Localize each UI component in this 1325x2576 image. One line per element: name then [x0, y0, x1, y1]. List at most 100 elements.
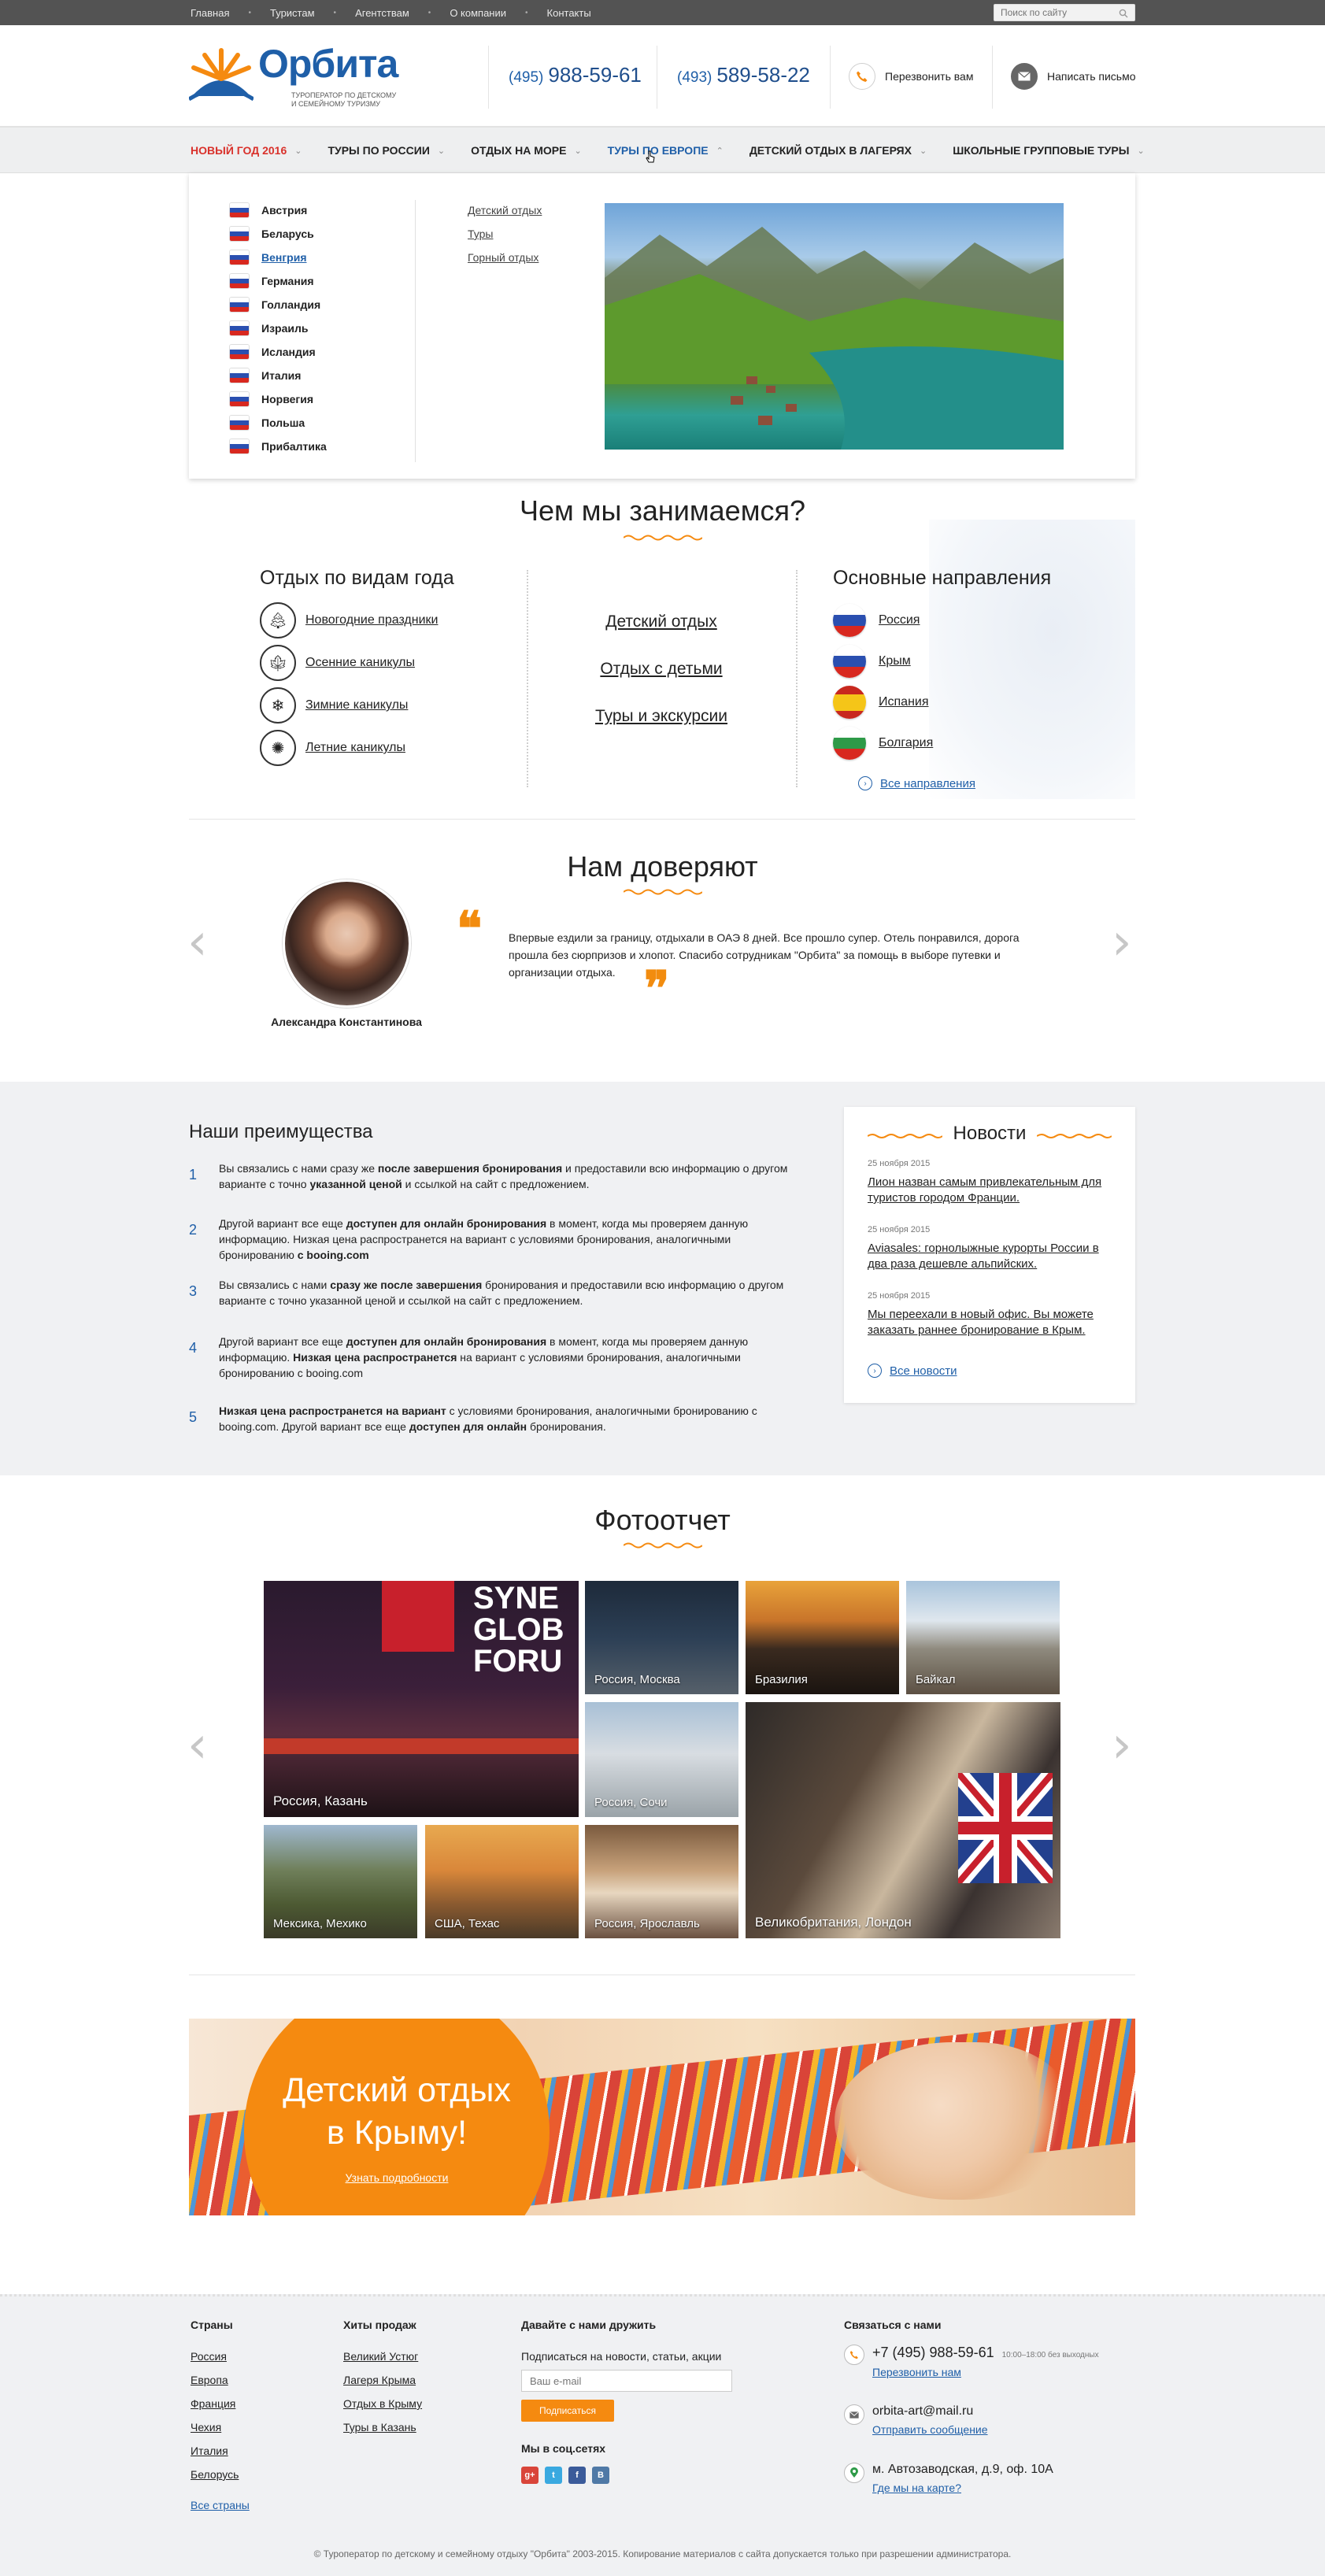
- wave-divider: [624, 889, 702, 895]
- direction-russia[interactable]: Россия: [833, 604, 920, 637]
- direction-crimea[interactable]: Крым: [833, 645, 911, 678]
- season-new-year[interactable]: 🌲︎ Новогодние праздники: [260, 602, 438, 638]
- country-item[interactable]: Италия: [230, 364, 327, 387]
- footer-map-link[interactable]: Где мы на карте?: [872, 2482, 1053, 2494]
- seasons-title: Отдых по видам года: [260, 567, 454, 589]
- next-arrow-icon[interactable]: ›: [1112, 913, 1132, 972]
- season-winter[interactable]: ❄ Зимние каникулы: [260, 687, 408, 724]
- link-kids-rest[interactable]: Детский отдых: [527, 613, 795, 631]
- footer-country-link[interactable]: Белорусь: [191, 2468, 239, 2481]
- country-item[interactable]: Венгрия: [230, 246, 327, 269]
- photo-baikal[interactable]: Байкал: [906, 1581, 1060, 1694]
- phone-icon: [844, 2345, 864, 2365]
- sublink-kids[interactable]: Детский отдых: [468, 198, 542, 222]
- subscribe-button[interactable]: Подписаться: [521, 2400, 614, 2422]
- write-letter-button[interactable]: Написать письмо: [1011, 63, 1135, 90]
- next-arrow-icon[interactable]: ›: [1112, 1716, 1132, 1775]
- all-countries-link[interactable]: Все страны: [191, 2499, 250, 2511]
- phone-1[interactable]: (495) 988-59-61: [509, 63, 642, 87]
- photo-yaroslavl[interactable]: Россия, Ярославль: [585, 1825, 738, 1938]
- footer-country-link[interactable]: Италия: [191, 2445, 228, 2457]
- prev-arrow-icon[interactable]: ‹: [187, 1716, 208, 1775]
- email-field[interactable]: [521, 2370, 732, 2392]
- footer-send-message-link[interactable]: Отправить сообщение: [872, 2423, 988, 2436]
- link-tours-excursions[interactable]: Туры и экскурсии: [527, 707, 795, 726]
- photo-mexico[interactable]: Мексика, Мехико: [264, 1825, 417, 1938]
- all-directions-link[interactable]: › Все направления: [858, 776, 975, 790]
- top-nav-about[interactable]: О компании: [450, 7, 506, 19]
- country-item[interactable]: Австрия: [230, 198, 327, 222]
- footer-hit-link[interactable]: Великий Устюг: [343, 2350, 418, 2363]
- search-input[interactable]: [994, 5, 1112, 20]
- footer-hit-link[interactable]: Туры в Казань: [343, 2421, 416, 2434]
- nav-russia-tours[interactable]: ТУРЫ ПО РОССИИ ⌄: [328, 144, 445, 157]
- twitter-icon[interactable]: t: [545, 2467, 562, 2484]
- country-item[interactable]: Израиль: [230, 316, 327, 340]
- photo-moscow[interactable]: Россия, Москва: [585, 1581, 738, 1694]
- footer-callback-link[interactable]: Перезвонить нам: [872, 2366, 1099, 2378]
- cursor-icon: [646, 150, 655, 163]
- phone-2-number: 589-58-22: [716, 63, 810, 87]
- country-item[interactable]: Беларусь: [230, 222, 327, 246]
- nav-camps[interactable]: ДЕТСКИЙ ОТДЫХ В ЛАГЕРЯХ ⌄: [749, 144, 927, 157]
- nav-camps-label: ДЕТСКИЙ ОТДЫХ В ЛАГЕРЯХ: [749, 144, 912, 157]
- country-label: Германия: [261, 275, 314, 287]
- country-item[interactable]: Польша: [230, 411, 327, 435]
- logo[interactable]: Орбита ТУРОПЕРАТОР ПО ДЕТСКОМУ И СЕМЕЙНО…: [189, 41, 398, 112]
- season-summer[interactable]: ✺ Летние каникулы: [260, 730, 405, 766]
- callback-button[interactable]: Перезвонить вам: [849, 63, 973, 90]
- news-item[interactable]: Aviasales: горнолыжные курорты России в …: [868, 1241, 1120, 1272]
- direction-bulgaria[interactable]: Болгария: [833, 727, 933, 760]
- nav-new-year[interactable]: НОВЫЙ ГОД 2016 ⌄: [191, 144, 302, 157]
- season-autumn[interactable]: 🍁︎ Осенние каникулы: [260, 645, 415, 681]
- chevron-down-icon: ⌄: [574, 146, 582, 156]
- footer-phone-number[interactable]: +7 (495) 988-59-61: [872, 2345, 994, 2360]
- footer-country-link[interactable]: Чехия: [191, 2421, 221, 2434]
- footer-country-link[interactable]: Россия: [191, 2350, 227, 2363]
- footer-hit-link[interactable]: Отдых в Крыму: [343, 2397, 422, 2410]
- photo-sochi[interactable]: Россия, Сочи: [585, 1702, 738, 1817]
- photo-london[interactable]: Великобритания, Лондон: [746, 1702, 1060, 1938]
- footer-countries-title: Страны: [191, 2319, 233, 2331]
- footer-contact-title: Связаться с нами: [844, 2319, 942, 2331]
- link-family-rest[interactable]: Отдых с детьми: [527, 660, 795, 679]
- phone-2[interactable]: (493) 589-58-22: [677, 63, 810, 87]
- top-nav-main[interactable]: Главная: [191, 7, 229, 19]
- footer-email-address[interactable]: orbita-art@mail.ru: [872, 2404, 988, 2419]
- nav-europe-tours[interactable]: ТУРЫ ПО ЕВРОПЕ ⌃: [608, 144, 724, 157]
- sublink-tours[interactable]: Туры: [468, 222, 542, 246]
- footer-country-link[interactable]: Европа: [191, 2374, 228, 2386]
- photo-brazil[interactable]: Бразилия: [746, 1581, 899, 1694]
- search-icon[interactable]: [1119, 8, 1128, 22]
- country-item[interactable]: Норвегия: [230, 387, 327, 411]
- nav-new-year-label: НОВЫЙ ГОД 2016: [191, 144, 287, 157]
- top-nav-contacts[interactable]: Контакты: [547, 7, 591, 19]
- footer-hours: 10:00–18:00 без выходных: [1001, 2351, 1099, 2359]
- sublink-mountain[interactable]: Горный отдых: [468, 246, 542, 269]
- photo-texas[interactable]: США, Техас: [425, 1825, 579, 1938]
- subscribe-text: Подписаться на новости, статьи, акции: [521, 2350, 722, 2363]
- top-nav-agencies[interactable]: Агентствам: [355, 7, 409, 19]
- country-item[interactable]: Прибалтика: [230, 435, 327, 458]
- prev-arrow-icon[interactable]: ‹: [187, 913, 208, 972]
- direction-russia-label: Россия: [879, 613, 920, 627]
- russia-flag-icon: [833, 604, 866, 637]
- footer-country-link[interactable]: Франция: [191, 2397, 235, 2410]
- nav-sea[interactable]: ОТДЫХ НА МОРЕ ⌄: [471, 144, 582, 157]
- country-item[interactable]: Исландия: [230, 340, 327, 364]
- banner-details-link[interactable]: Узнать подробности: [244, 2171, 550, 2184]
- country-item[interactable]: Голландия: [230, 293, 327, 316]
- country-item[interactable]: Германия: [230, 269, 327, 293]
- direction-spain[interactable]: Испания: [833, 686, 929, 719]
- nav-school-tours[interactable]: ШКОЛЬНЫЕ ГРУППОВЫЕ ТУРЫ ⌄: [953, 144, 1144, 157]
- news-item[interactable]: Мы переехали в новый офис. Вы можете зак…: [868, 1307, 1120, 1338]
- facebook-icon[interactable]: f: [568, 2467, 586, 2484]
- footer-hit-link[interactable]: Лагеря Крыма: [343, 2374, 416, 2386]
- news-date: 25 ноября 2015: [868, 1159, 931, 1168]
- google-plus-icon[interactable]: g+: [521, 2467, 539, 2484]
- vk-icon[interactable]: В: [592, 2467, 609, 2484]
- news-item[interactable]: Лион назван самым привлекательным для ту…: [868, 1175, 1120, 1206]
- top-nav-tourists[interactable]: Туристам: [270, 7, 315, 19]
- photo-kazan[interactable]: SYNE GLOB FORU Россия, Казань: [264, 1581, 579, 1817]
- all-news-link[interactable]: › Все новости: [868, 1364, 957, 1378]
